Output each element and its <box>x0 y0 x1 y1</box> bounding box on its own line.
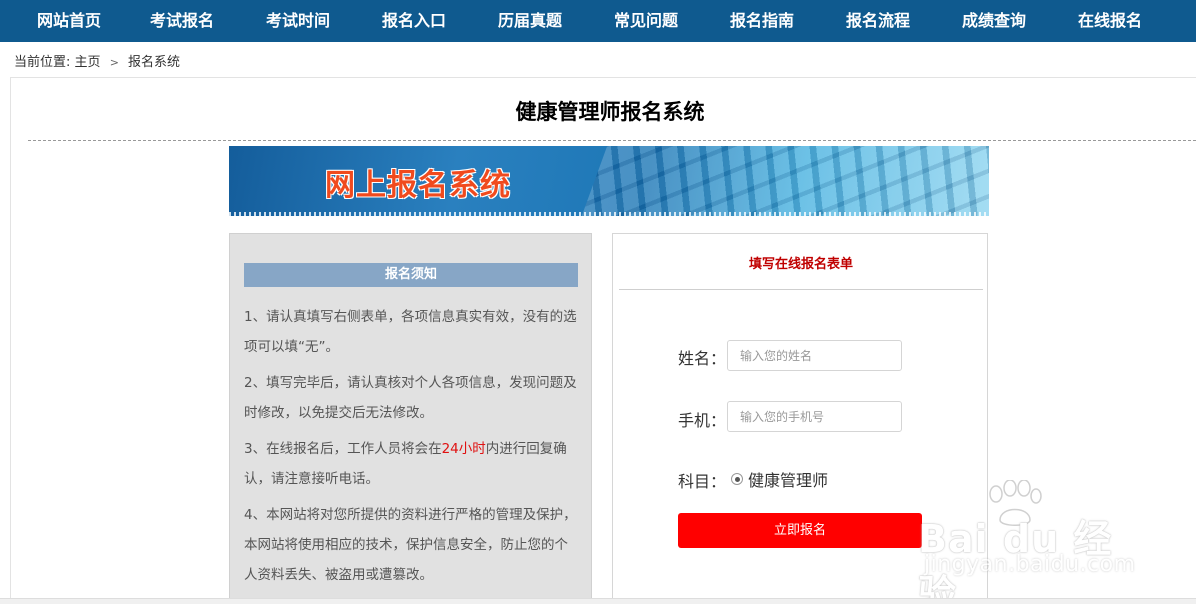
breadcrumb-prefix: 当前位置: <box>14 55 71 70</box>
submit-button[interactable]: 立即报名 <box>678 513 922 548</box>
title-divider <box>28 140 1196 141</box>
nav-item-score-query[interactable]: 成绩查询 <box>936 0 1052 42</box>
banner-image: 网上报名系统 <box>229 146 989 216</box>
phone-input[interactable] <box>727 401 902 432</box>
radio-selected-icon[interactable] <box>731 473 743 485</box>
banner-dots <box>229 212 989 216</box>
top-nav: 网站首页 考试报名 考试时间 报名入口 历届真题 常见问题 报名指南 报名流程 … <box>0 0 1196 42</box>
breadcrumb: 当前位置: 主页 > 报名系统 <box>14 51 180 70</box>
subject-option-label: 健康管理师 <box>748 471 829 490</box>
notice-item-4: 4、本网站将对您所提供的资料进行严格的管理及保护，本网站将使用相应的技术，保护信… <box>244 507 577 583</box>
notice-panel: 报名须知 1、请认真填写右侧表单，各项信息真实有效，没有的选项可以填“无”。 2… <box>229 233 592 604</box>
nav-item-past-papers[interactable]: 历届真题 <box>472 0 588 42</box>
nav-item-home[interactable]: 网站首页 <box>14 0 124 42</box>
notice-header: 报名须知 <box>244 263 578 287</box>
nav-item-exam-registration[interactable]: 考试报名 <box>124 0 240 42</box>
registration-form: 填写在线报名表单 姓名： 手机： 科目： 健康管理师 立即报名 <box>612 233 988 604</box>
notice-item-1: 1、请认真填写右侧表单，各项信息真实有效，没有的选项可以填“无”。 <box>244 309 577 355</box>
notice-item-3: 3、在线报名后，工作人员将会在24小时内进行回复确认，请注意接听电话。 <box>244 434 580 494</box>
notice-highlight: 24小时 <box>441 441 486 457</box>
subject-radio-option[interactable]: 健康管理师 <box>731 467 828 491</box>
notice-item-3-before: 3、在线报名后，工作人员将会在 <box>244 441 442 457</box>
name-input[interactable] <box>727 340 902 371</box>
phone-label: 手机： <box>678 411 727 430</box>
nav-item-online-registration[interactable]: 在线报名 <box>1052 0 1168 42</box>
form-title: 填写在线报名表单 <box>748 257 853 272</box>
nav-item-exam-time[interactable]: 考试时间 <box>240 0 356 42</box>
page-title: 健康管理师报名系统 <box>515 100 705 124</box>
breadcrumb-current: 报名系统 <box>128 55 181 70</box>
name-label: 姓名： <box>678 349 727 368</box>
form-divider <box>619 289 983 290</box>
nav-item-registration-process[interactable]: 报名流程 <box>820 0 936 42</box>
nav-item-registration-entry[interactable]: 报名入口 <box>356 0 472 42</box>
notice-item-2: 2、填写完毕后，请认真核对个人各项信息，发现问题及时修改，以免提交后无法修改。 <box>244 375 577 421</box>
nav-item-faq[interactable]: 常见问题 <box>588 0 704 42</box>
breadcrumb-home-link[interactable]: 主页 <box>75 55 101 70</box>
breadcrumb-separator: > <box>109 56 119 69</box>
keyboard-graphic <box>563 146 989 216</box>
banner-text: 网上报名系统 <box>325 168 511 203</box>
horizontal-scrollbar[interactable] <box>0 598 1196 604</box>
subject-label: 科目： <box>678 472 727 491</box>
nav-item-registration-guide[interactable]: 报名指南 <box>704 0 820 42</box>
